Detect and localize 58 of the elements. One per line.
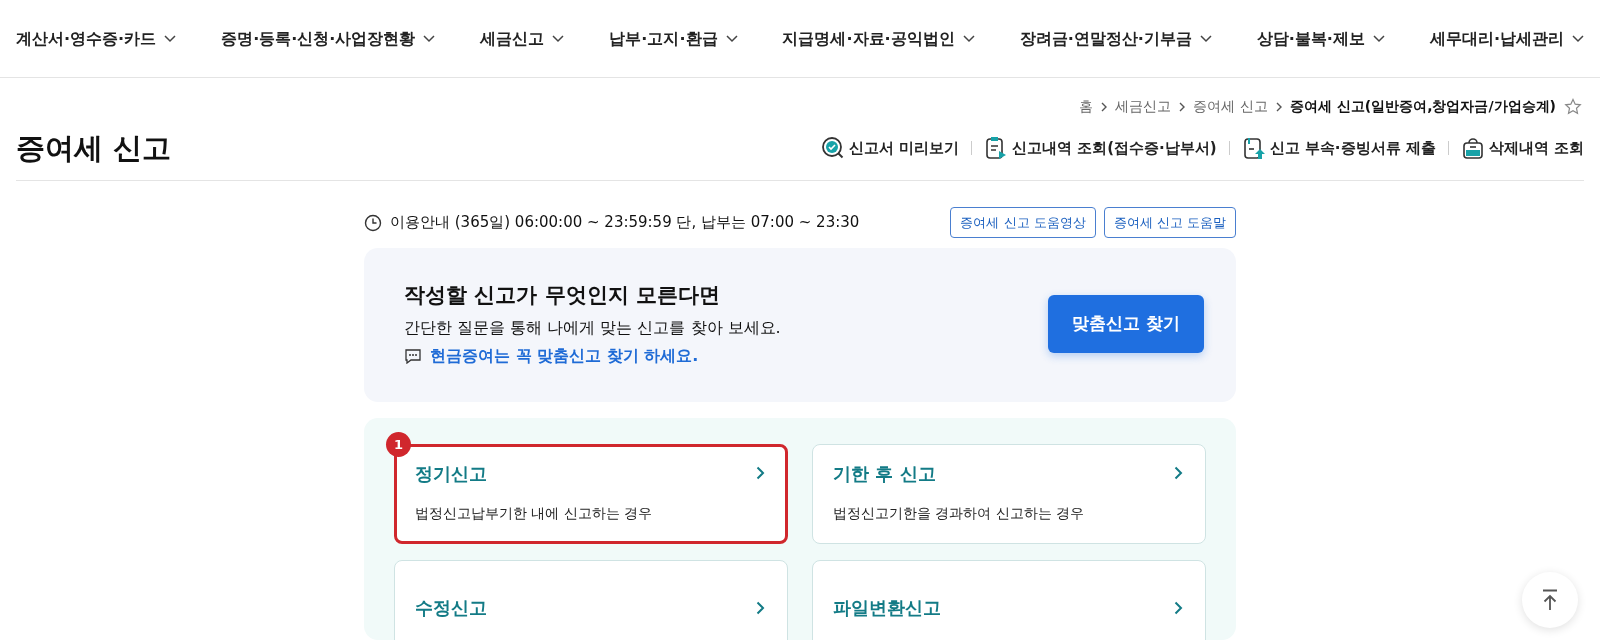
menu-item[interactable]: 증명·등록·신청·사업장현황 — [221, 26, 436, 51]
chevron-right-icon — [1101, 101, 1108, 112]
breadcrumb-current: 증여세 신고(일반증여,창업자금/가업승계) — [1289, 97, 1556, 116]
speech-bubble-icon — [404, 347, 422, 364]
number-marker: 1 — [386, 431, 411, 457]
toolbar-link[interactable]: 삭제내역 조회 — [1460, 136, 1584, 161]
chevron-down-icon — [1372, 34, 1385, 43]
usage-notice: 이용안내 (365일) 06:00:00 ~ 23:59:59 단, 납부는 07:00 ~ 23:30 — [390, 212, 860, 234]
document-upload-icon — [1241, 136, 1266, 161]
option-title: 파일변환신고 — [833, 596, 941, 621]
menu-item[interactable]: 세금신고 — [480, 26, 565, 51]
chevron-down-icon — [962, 34, 975, 43]
chevron-down-icon — [423, 34, 436, 43]
toolbar-link[interactable]: 신고 부속·증빙서류 제출 — [1241, 136, 1436, 161]
banner-title: 작성할 신고가 무엇인지 모른다면 — [404, 282, 721, 310]
chevron-right-icon — [1275, 101, 1282, 112]
report-option[interactable]: 파일변환신고 — [812, 559, 1206, 640]
chevron-down-icon — [725, 34, 738, 43]
page-title: 증여세 신고 — [16, 131, 172, 166]
chevron-right-icon — [1174, 600, 1183, 615]
clock-icon — [364, 213, 382, 232]
menu-item[interactable]: 장려금·연말정산·기부금 — [1019, 26, 1212, 51]
toolbar-link[interactable]: 신고내역 조회(접수증·납부서) — [983, 136, 1217, 161]
arrow-up-icon — [1541, 589, 1559, 611]
chevron-right-icon — [756, 600, 765, 615]
option-description: 법정신고납부기한 내에 신고하는 경우 — [415, 503, 654, 523]
report-option[interactable]: 수정신고 — [394, 559, 788, 640]
document-list-icon — [983, 136, 1008, 161]
breadcrumb-link[interactable]: 세금신고 — [1115, 96, 1172, 117]
menu-item[interactable]: 계산서·영수증·카드 — [16, 26, 177, 51]
chevron-right-icon — [756, 466, 765, 481]
banner-text: 간단한 질문을 통해 나에게 맞는 신고를 찾아 보세요. — [404, 316, 781, 339]
find-report-button[interactable]: 맞춤신고 찾기 — [1048, 295, 1204, 353]
chevron-down-icon — [1199, 34, 1212, 43]
chevron-right-icon — [1174, 466, 1183, 481]
breadcrumb-link[interactable]: 홈 — [1079, 96, 1094, 117]
chevron-down-icon — [1572, 34, 1584, 43]
menu-item[interactable]: 지급명세·자료·공익법인 — [782, 26, 975, 51]
option-title: 수정신고 — [415, 596, 487, 621]
toolbar-link[interactable]: 신고서 미리보기 — [820, 136, 959, 161]
chevron-down-icon — [552, 34, 565, 43]
star-icon — [1564, 97, 1582, 116]
chevron-right-icon — [1179, 101, 1186, 112]
back-to-top-button[interactable] — [1522, 572, 1578, 628]
magnifier-check-icon — [820, 136, 845, 161]
tip-link[interactable]: 현금증여는 꼭 맞춤신고 찾기 하세요. — [430, 343, 699, 368]
menu-item[interactable]: 상담·불복·제보 — [1256, 26, 1385, 51]
help-button[interactable]: 증여세 신고 도움영상 — [950, 206, 1096, 239]
menu-item[interactable]: 납부·고지·환급 — [609, 26, 738, 51]
option-title: 기한 후 신고 — [833, 461, 936, 486]
report-option[interactable]: 기한 후 신고 법정신고기한을 경과하여 신고하는 경우 — [812, 443, 1206, 544]
help-button[interactable]: 증여세 신고 도움말 — [1103, 206, 1236, 239]
basket-icon — [1460, 136, 1485, 161]
option-description: 법정신고기한을 경과하여 신고하는 경우 — [833, 503, 1086, 523]
option-title: 정기신고 — [415, 461, 487, 486]
breadcrumb-link[interactable]: 증여세 신고 — [1193, 96, 1268, 117]
chevron-down-icon — [164, 34, 177, 43]
menu-item[interactable]: 세무대리·납세관리 — [1429, 26, 1584, 51]
